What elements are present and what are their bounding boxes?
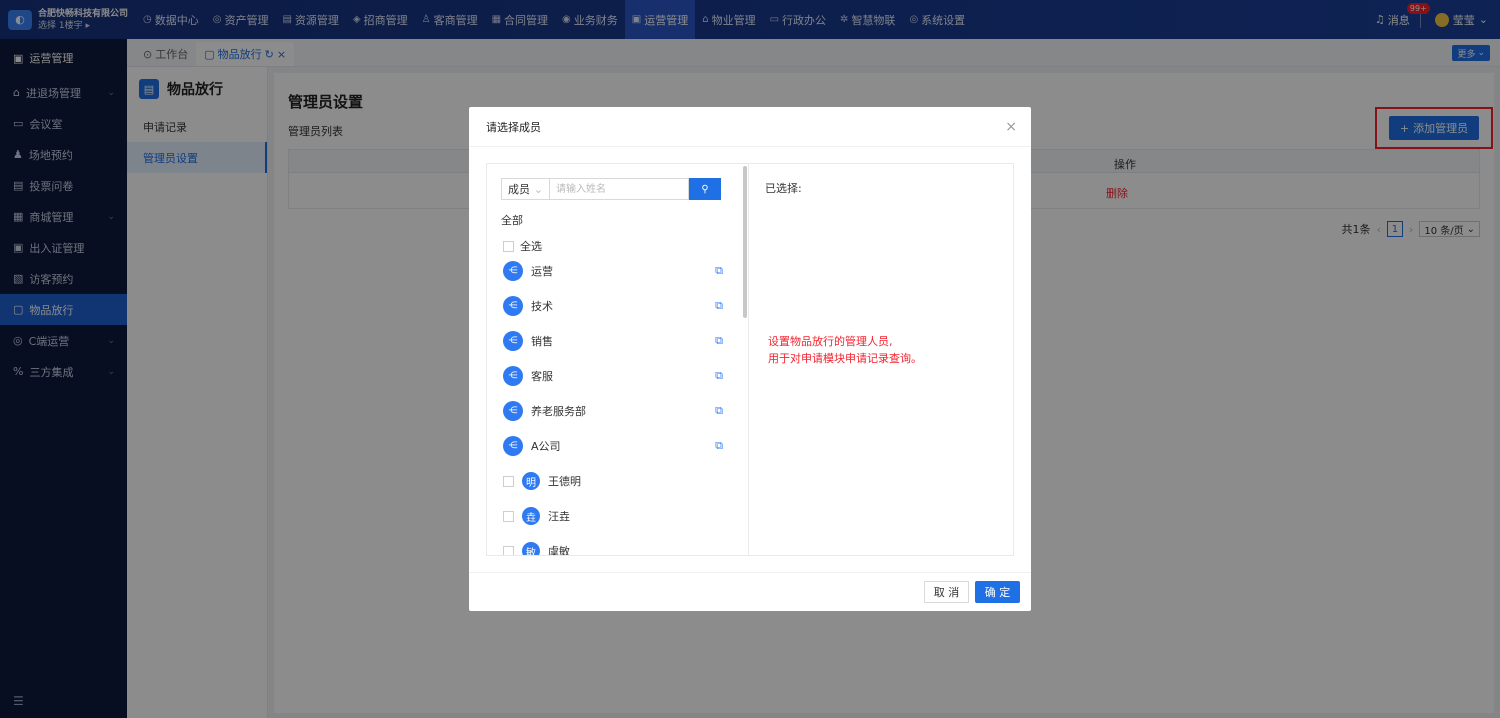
member-name: 王德明 — [548, 475, 581, 488]
department-icon: ⋲ — [503, 401, 523, 421]
dept-label: 养老服务部 — [531, 405, 586, 418]
dialog-body: 成员⌄ ⚲ 全部 全选 ⋲运营⧉ ⋲技术⧉ ⋲销售⧉ ⋲客服⧉ ⋲养老服务部⧉ … — [486, 163, 1014, 556]
select-all-label: 全选 — [520, 240, 542, 253]
select-all-checkbox[interactable]: 全选 — [503, 238, 542, 254]
search-type-select[interactable]: 成员 ⌄ — [501, 178, 550, 200]
search-icon: ⚲ — [701, 183, 709, 195]
scrollbar[interactable] — [743, 166, 747, 318]
department-icon: ⋲ — [503, 331, 523, 351]
confirm-button[interactable]: 确 定 — [975, 581, 1020, 603]
dept-label: 客服 — [531, 370, 553, 383]
tree-root-label[interactable]: 全部 — [501, 212, 523, 228]
department-icon: ⋲ — [503, 296, 523, 316]
member-item[interactable]: 明王德明 — [503, 470, 581, 492]
avatar: 垚 — [522, 507, 540, 525]
search-input[interactable] — [550, 178, 689, 200]
dept-item[interactable]: ⋲ A公司 ⧉ — [503, 435, 723, 457]
member-name: 汪垚 — [548, 510, 570, 523]
annotation-note: 设置物品放行的管理人员, 用于对申请模块申请记录查询。 — [768, 333, 922, 367]
note-line: 设置物品放行的管理人员, — [768, 335, 893, 348]
selected-pane: 已选择: 设置物品放行的管理人员, 用于对申请模块申请记录查询。 — [750, 164, 1014, 555]
chevron-down-icon: ⌄ — [533, 182, 543, 196]
member-item[interactable]: 垚汪垚 — [503, 505, 570, 527]
avatar: 明 — [522, 472, 540, 490]
org-chart-icon[interactable]: ⧉ — [715, 264, 723, 278]
member-name: 虞敏 — [548, 545, 570, 555]
dept-item[interactable]: ⋲ 养老服务部 ⧉ — [503, 400, 723, 422]
search-type-label: 成员 — [508, 183, 530, 196]
org-chart-icon[interactable]: ⧉ — [715, 404, 723, 418]
avatar: 敏 — [522, 542, 540, 555]
org-chart-icon[interactable]: ⧉ — [715, 299, 723, 313]
checkbox[interactable] — [503, 510, 514, 522]
dialog-footer: 取 消 确 定 — [469, 572, 1031, 611]
org-chart-icon[interactable]: ⧉ — [715, 369, 723, 383]
checkbox[interactable] — [503, 475, 514, 487]
search-button[interactable]: ⚲ — [689, 178, 721, 200]
dept-label: 销售 — [531, 335, 553, 348]
department-icon: ⋲ — [503, 436, 523, 456]
dept-label: A公司 — [531, 440, 561, 453]
dept-item[interactable]: ⋲ 运营 ⧉ — [503, 260, 723, 282]
selected-label: 已选择: — [765, 182, 802, 195]
checkbox[interactable] — [503, 240, 514, 252]
org-chart-icon[interactable]: ⧉ — [715, 334, 723, 348]
org-chart-icon[interactable]: ⧉ — [715, 439, 723, 453]
dept-item[interactable]: ⋲ 技术 ⧉ — [503, 295, 723, 317]
note-line: 用于对申请模块申请记录查询。 — [768, 352, 922, 365]
department-icon: ⋲ — [503, 366, 523, 386]
department-icon: ⋲ — [503, 261, 523, 281]
checkbox[interactable] — [503, 545, 514, 555]
dialog-title: 请选择成员 — [486, 120, 541, 134]
dialog-header: 请选择成员 × — [469, 107, 1031, 147]
member-item[interactable]: 敏虞敏 — [503, 540, 570, 555]
close-icon[interactable]: × — [1005, 119, 1017, 135]
member-search: 成员⌄ ⚲ — [501, 178, 721, 200]
cancel-button[interactable]: 取 消 — [924, 581, 969, 603]
dept-item[interactable]: ⋲ 客服 ⧉ — [503, 365, 723, 387]
select-member-dialog: 请选择成员 × 成员⌄ ⚲ 全部 全选 ⋲运营⧉ ⋲技术⧉ ⋲销售⧉ ⋲客服⧉ … — [469, 107, 1031, 611]
dept-label: 技术 — [531, 300, 553, 313]
member-tree-pane: 成员⌄ ⚲ 全部 全选 ⋲运营⧉ ⋲技术⧉ ⋲销售⧉ ⋲客服⧉ ⋲养老服务部⧉ … — [487, 164, 749, 555]
dept-item[interactable]: ⋲ 销售 ⧉ — [503, 330, 723, 352]
dept-label: 运营 — [531, 265, 553, 278]
